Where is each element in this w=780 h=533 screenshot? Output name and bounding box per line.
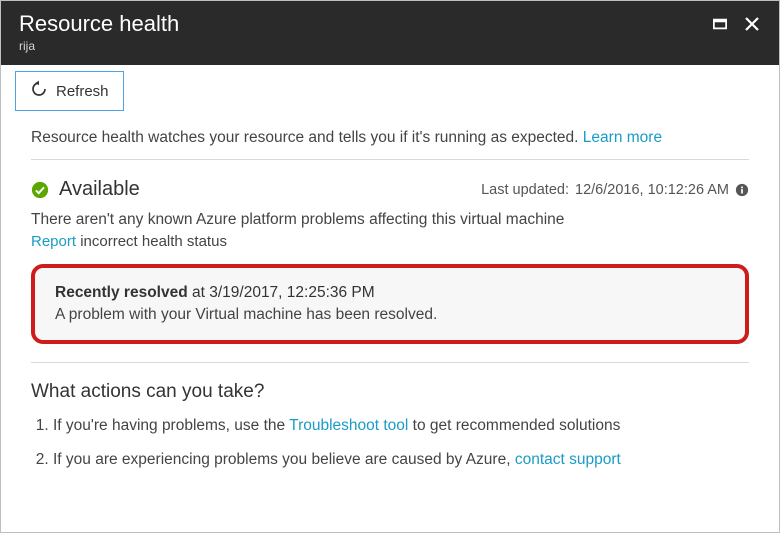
troubleshoot-tool-link[interactable]: Troubleshoot tool xyxy=(289,417,408,434)
refresh-icon xyxy=(30,80,48,102)
recently-resolved-box: Recently resolved at 3/19/2017, 12:25:36… xyxy=(31,264,749,344)
blade-header: Resource health rija xyxy=(1,1,779,65)
report-link[interactable]: Report xyxy=(31,233,76,250)
last-updated: Last updated: 12/6/2016, 10:12:26 AM xyxy=(481,182,749,198)
blade-subtitle: rija xyxy=(19,39,179,53)
action-item-1: If you're having problems, use the Troub… xyxy=(53,417,749,435)
status-description: There aren't any known Azure platform pr… xyxy=(31,211,749,229)
header-left: Resource health rija xyxy=(19,11,179,53)
learn-more-link[interactable]: Learn more xyxy=(583,129,662,146)
header-actions xyxy=(711,15,761,33)
info-icon[interactable] xyxy=(735,183,749,197)
refresh-button[interactable]: Refresh xyxy=(15,71,124,111)
actions-list: If you're having problems, use the Troub… xyxy=(31,417,749,469)
resolved-message: A problem with your Virtual machine has … xyxy=(55,306,725,324)
content: Resource health watches your resource an… xyxy=(1,111,779,532)
last-updated-value: 12/6/2016, 10:12:26 AM xyxy=(575,182,729,198)
resource-health-blade: Resource health rija Refresh Resource he… xyxy=(0,0,780,533)
contact-support-link[interactable]: contact support xyxy=(515,451,621,468)
refresh-label: Refresh xyxy=(56,83,109,100)
actions-heading: What actions can you take? xyxy=(31,381,749,403)
report-line: Report incorrect health status xyxy=(31,233,749,250)
action-item-2: If you are experiencing problems you bel… xyxy=(53,451,749,469)
separator xyxy=(31,362,749,363)
status-available-icon xyxy=(31,181,49,199)
resolved-title: Recently resolved at 3/19/2017, 12:25:36… xyxy=(55,284,725,302)
blade-title: Resource health xyxy=(19,11,179,37)
status-row: Available Last updated: 12/6/2016, 10:12… xyxy=(31,178,749,201)
status-left: Available xyxy=(31,178,140,201)
restore-icon[interactable] xyxy=(711,15,729,33)
close-icon[interactable] xyxy=(743,15,761,33)
status-state: Available xyxy=(59,178,140,201)
intro-text: Resource health watches your resource an… xyxy=(31,129,749,147)
separator xyxy=(31,159,749,160)
toolbar: Refresh xyxy=(1,65,779,111)
